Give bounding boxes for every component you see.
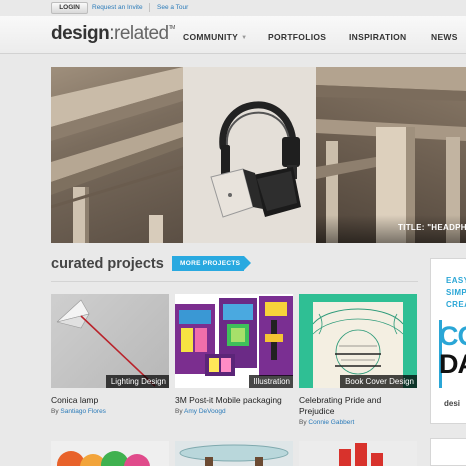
nav-news[interactable]: NEWS — [431, 32, 458, 42]
hero-slideshow[interactable] — [51, 67, 466, 243]
project-thumbnail[interactable] — [299, 441, 417, 466]
sidebar-ad[interactable]: EASY SIMP CREA CO DA desi — [430, 258, 466, 424]
project-thumbnail[interactable]: Book Cover Design — [299, 294, 417, 388]
logo-light-text: related — [114, 23, 169, 44]
nav-community-label: COMMUNITY — [183, 32, 239, 42]
logo-bold-text: design — [51, 23, 110, 44]
ad-line: CREA — [446, 300, 466, 309]
project-thumbnail[interactable] — [175, 441, 293, 466]
login-button[interactable]: LOGIN — [51, 2, 88, 14]
hero-image-overpass-right — [316, 67, 466, 243]
category-tag: Illustration — [248, 375, 293, 388]
logo-trademark: TM — [168, 25, 176, 31]
project-thumbnail[interactable]: Lighting Design — [51, 294, 169, 388]
byline-prefix: By — [51, 408, 59, 415]
project-byline: By Amy DeVoogd — [175, 408, 293, 415]
category-tag: Lighting Design — [105, 375, 169, 388]
divider — [149, 3, 150, 12]
project-card[interactable]: Lighting Design Conica lamp By Santiago … — [51, 294, 169, 415]
project-thumbnail[interactable]: Illustration — [175, 294, 293, 388]
nav-inspiration[interactable]: INSPIRATION — [349, 32, 406, 42]
author-link[interactable]: Santiago Flores — [60, 408, 106, 415]
sidebar-ad-secondary[interactable] — [430, 438, 466, 466]
project-title[interactable]: 3M Post-it Mobile packaging — [175, 395, 293, 406]
ad-headline: DA — [439, 349, 466, 379]
ad-headline: CO — [439, 321, 466, 351]
byline-prefix: By — [175, 408, 183, 415]
project-thumbnail[interactable] — [51, 441, 169, 466]
section-title: curated projects — [51, 256, 164, 272]
ad-line: EASY — [446, 276, 466, 285]
project-byline: By Santiago Flores — [51, 408, 169, 415]
author-link[interactable]: Connie Gabbert — [308, 419, 354, 426]
chevron-down-icon: ▼ — [241, 35, 248, 41]
project-byline: By Connie Gabbert — [299, 419, 417, 426]
ad-brand: desi — [444, 399, 461, 408]
hero-caption: TITLE: "HEADPHO — [398, 223, 466, 232]
author-link[interactable]: Amy DeVoogd — [184, 408, 226, 415]
byline-prefix: By — [299, 419, 307, 426]
hero-image-headphones — [183, 67, 316, 243]
ad-line: SIMP — [446, 288, 466, 297]
top-bar: LOGIN Request an Invite See a Tour — [0, 0, 466, 16]
request-invite-link[interactable]: Request an Invite — [92, 4, 143, 11]
project-card[interactable]: Book Cover Design Celebrating Pride and … — [299, 294, 417, 426]
section-divider — [51, 281, 418, 282]
hero-image-overpass-left — [51, 67, 183, 243]
project-card[interactable]: Illustration 3M Post-it Mobile packaging… — [175, 294, 293, 415]
nav-community[interactable]: COMMUNITY ▼ — [183, 32, 247, 42]
project-title[interactable]: Conica lamp — [51, 395, 169, 406]
site-header: design:relatedTM COMMUNITY ▼ PORTFOLIOS I… — [0, 16, 466, 54]
project-title[interactable]: Celebrating Pride and Prejudice — [299, 395, 417, 417]
nav-portfolios[interactable]: PORTFOLIOS — [268, 32, 326, 42]
see-tour-link[interactable]: See a Tour — [157, 4, 188, 11]
site-logo[interactable]: design:relatedTM — [51, 23, 175, 45]
category-tag: Book Cover Design — [340, 375, 417, 388]
more-projects-button[interactable]: MORE PROJECTS — [172, 256, 251, 271]
